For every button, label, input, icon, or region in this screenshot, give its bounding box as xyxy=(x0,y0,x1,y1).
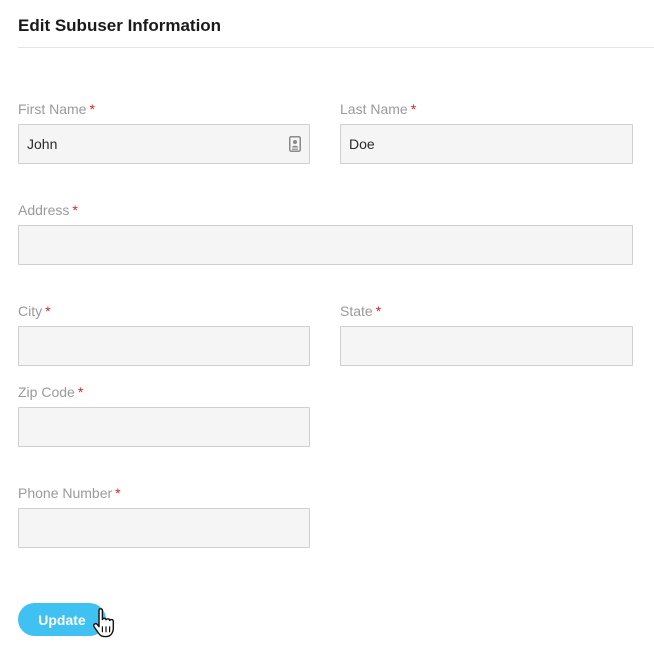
phone-number-label-text: Phone Number xyxy=(18,485,113,501)
page-title: Edit Subuser Information xyxy=(18,16,222,35)
city-label-text: City xyxy=(18,303,43,319)
zip-code-label-text: Zip Code xyxy=(18,384,75,400)
address-label: Address * xyxy=(18,202,78,218)
phone-number-label: Phone Number * xyxy=(18,485,121,501)
city-input[interactable] xyxy=(18,326,310,366)
contact-card-icon[interactable] xyxy=(289,136,301,152)
hand-pointer-icon xyxy=(93,608,114,638)
first-name-input[interactable] xyxy=(18,124,310,164)
state-label-text: State xyxy=(340,303,373,319)
first-name-label: First Name * xyxy=(18,101,95,117)
state-label: State * xyxy=(340,303,381,319)
last-name-input[interactable] xyxy=(340,124,633,164)
phone-number-input[interactable] xyxy=(18,508,310,548)
required-marker: * xyxy=(45,303,51,319)
zip-code-label: Zip Code * xyxy=(18,384,83,400)
required-marker: * xyxy=(72,202,78,218)
required-marker: * xyxy=(410,101,417,117)
city-label: City * xyxy=(18,303,51,319)
title-divider xyxy=(18,47,654,48)
first-name-label-text: First Name xyxy=(18,101,87,117)
address-label-text: Address xyxy=(18,202,70,218)
required-marker: * xyxy=(115,485,121,501)
last-name-label: Last Name * xyxy=(340,101,416,117)
required-marker: * xyxy=(89,101,95,117)
required-marker: * xyxy=(375,303,382,319)
last-name-label-text: Last Name xyxy=(340,101,408,117)
required-marker: * xyxy=(77,384,84,400)
state-input[interactable] xyxy=(340,326,633,366)
address-input[interactable] xyxy=(18,225,633,265)
zip-code-input[interactable] xyxy=(18,407,310,447)
